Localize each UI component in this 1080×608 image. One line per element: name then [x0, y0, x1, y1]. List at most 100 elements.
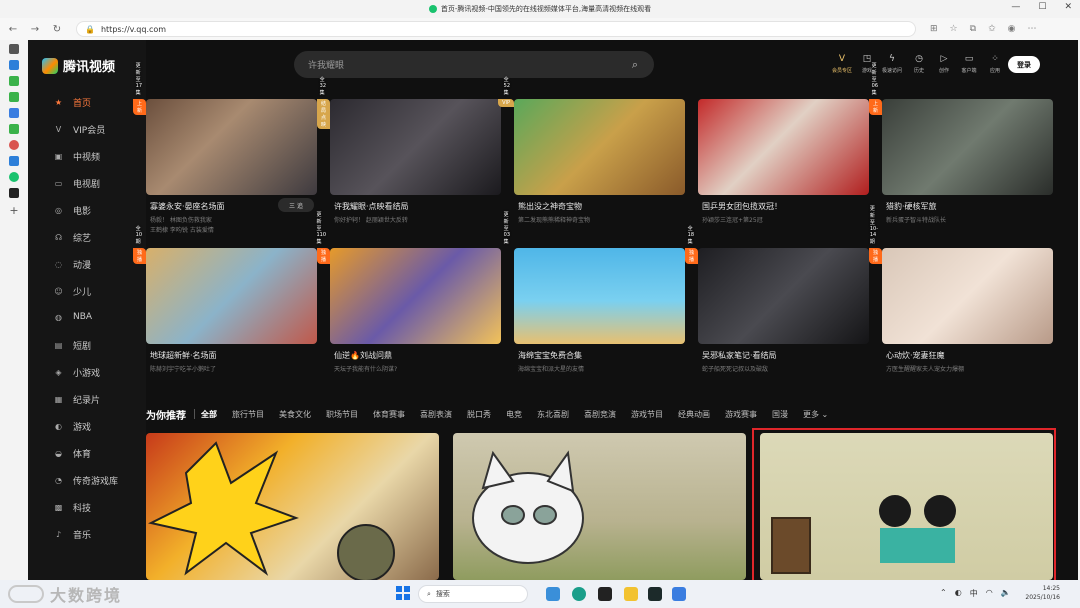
sidebar-item-documentary[interactable]: ▦ 纪录片 [54, 393, 100, 406]
tab-classic-anime[interactable]: 经典动画 [678, 409, 710, 420]
notepad-taskbar-icon[interactable] [672, 587, 686, 601]
tab-all[interactable]: 全部 [201, 409, 217, 420]
file-explorer-taskbar-icon[interactable] [624, 587, 638, 601]
sidebar-item-music[interactable]: ♪ 音乐 [54, 528, 91, 541]
sidebar-item-movie[interactable]: ◎ 电影 [54, 204, 91, 217]
dark-app-icon[interactable] [9, 188, 19, 198]
tab-comedy-contest[interactable]: 喜剧竞演 [584, 409, 616, 420]
sidebar-item-tv[interactable]: ▭ 电视剧 [54, 177, 100, 190]
video-thumbnail[interactable] [146, 99, 317, 195]
refresh-button[interactable]: ↻ [50, 24, 64, 35]
green-app-icon-2[interactable] [9, 92, 19, 102]
search-icon[interactable]: ⌕ [632, 58, 638, 72]
wifi-icon[interactable]: ◠ [986, 588, 993, 599]
input-method-icon[interactable]: 中 [970, 588, 978, 599]
sidebar-item-variety[interactable]: ☊ 综艺 [54, 231, 91, 244]
recommended-video-thumbnail[interactable] [146, 433, 439, 580]
avatar-app-icon[interactable] [9, 140, 19, 150]
tab-game-events[interactable]: 游戏赛事 [725, 409, 757, 420]
search-app-icon[interactable] [9, 156, 19, 166]
minimize-button[interactable]: — [1011, 2, 1020, 12]
forward-button[interactable]: → [28, 24, 42, 35]
bird-app-taskbar-icon[interactable] [546, 587, 560, 601]
tab-northeast-comedy[interactable]: 东北喜剧 [537, 409, 569, 420]
blue-app-icon[interactable] [9, 108, 19, 118]
bird-app-icon[interactable] [9, 60, 19, 70]
video-title[interactable]: 许我耀眼·点映看结局 [334, 201, 409, 212]
video-title[interactable]: 海绵宝宝免费合集 [518, 350, 582, 361]
profile-avatar-icon[interactable]: ◉ [1008, 24, 1016, 34]
video-thumbnail[interactable] [698, 248, 869, 344]
tray-overflow-icon[interactable]: ⌃ [940, 588, 947, 599]
video-title[interactable]: 吴邪私家笔记·看结局 [702, 350, 777, 361]
video-thumbnail[interactable] [330, 99, 501, 195]
sidebar-item-vip[interactable]: V VIP会员 [54, 123, 106, 136]
tab-esports[interactable]: 电竞 [506, 409, 522, 420]
sidebar-item-short-drama[interactable]: ▤ 短剧 [54, 339, 91, 352]
start-button[interactable] [396, 586, 410, 600]
video-thumbnail[interactable] [882, 99, 1053, 195]
video-title[interactable]: 熊出没之神奇宝物 [518, 201, 582, 212]
more-menu-icon[interactable]: ⋯ [1027, 24, 1036, 34]
tab-chinese-anime[interactable]: 国漫 [772, 409, 788, 420]
video-title[interactable]: 寡婆永安·晏座名场面 [150, 201, 225, 212]
tray-app-icon[interactable]: ◐ [955, 588, 962, 599]
maximize-button[interactable]: ☐ [1038, 2, 1046, 12]
fast-access-button[interactable]: ϟ 极速访问 [878, 54, 906, 74]
sidebar-item-mini-games[interactable]: ◈ 小游戏 [54, 366, 100, 379]
sidebar-item-nba[interactable]: ◍ NBA [54, 312, 92, 322]
tab-more[interactable]: 更多 ⌄ [803, 409, 828, 420]
vip-zone-button[interactable]: V 会员专区 [828, 54, 856, 74]
video-thumbnail[interactable] [514, 99, 685, 195]
edge-taskbar-icon[interactable] [572, 587, 586, 601]
tab-game-shows[interactable]: 游戏节目 [631, 409, 663, 420]
terminal-taskbar-icon[interactable] [648, 587, 662, 601]
video-thumbnail[interactable] [882, 248, 1053, 344]
taskbar-clock[interactable]: 14:25 2025/10/16 [1010, 584, 1060, 602]
sidebar-item-games[interactable]: ◐ 游戏 [54, 420, 91, 433]
extension-icon[interactable]: ⧉ [970, 24, 976, 34]
sidebar-item-mid-video[interactable]: ▣ 中视频 [54, 150, 100, 163]
create-button[interactable]: ▷ 创作 [930, 54, 958, 74]
video-title[interactable]: 仙逆🔥刘战问鼎 [334, 350, 392, 361]
green-app-icon[interactable] [9, 76, 19, 86]
history-button[interactable]: ◷ 历史 [905, 54, 933, 74]
sidebar-item-home[interactable]: ★ 首页 [54, 96, 91, 109]
apps-button[interactable]: ⁘ 应用 [981, 54, 1009, 74]
back-button[interactable]: ← [6, 24, 20, 35]
tab-list-icon[interactable] [9, 44, 19, 54]
recommended-video-thumbnail[interactable] [453, 433, 746, 580]
follow-button[interactable]: 三 追 [278, 198, 314, 212]
video-thumbnail[interactable] [330, 248, 501, 344]
video-title[interactable]: 心动炊·宠妻狂魔 [886, 350, 945, 361]
sidebar-item-legend-games[interactable]: ◔ 传奇游戏库 [54, 474, 118, 487]
video-title[interactable]: 猎豹·硬核军旅 [886, 201, 937, 212]
tencent-video-app-icon[interactable] [9, 172, 19, 182]
tab-talk-show[interactable]: 脱口秀 [467, 409, 491, 420]
recommended-video-thumbnail[interactable] [760, 433, 1053, 580]
tab-food[interactable]: 美食文化 [279, 409, 311, 420]
tab-workplace[interactable]: 职场节目 [326, 409, 358, 420]
favorites-icon[interactable]: ✩ [988, 24, 996, 34]
client-button[interactable]: ▭ 客户端 [955, 54, 983, 74]
address-bar[interactable]: 🔒 https://v.qq.com [76, 21, 916, 37]
tab-comedy-show[interactable]: 喜剧表演 [420, 409, 452, 420]
login-button[interactable]: 登录 [1008, 56, 1040, 73]
video-thumbnail[interactable] [514, 248, 685, 344]
sidebar-item-tech[interactable]: ▩ 科技 [54, 501, 91, 514]
search-input[interactable]: 许我耀眼 ⌕ [294, 51, 654, 78]
video-title[interactable]: 地球超新鲜·名场面 [150, 350, 217, 361]
video-thumbnail[interactable] [698, 99, 869, 195]
video-title[interactable]: 国乒男女团包揽双冠！ [702, 201, 782, 212]
sidebar-item-kids[interactable]: ☺ 少儿 [54, 285, 91, 298]
sidebar-item-sports[interactable]: ◒ 体育 [54, 447, 91, 460]
green-app-icon-3[interactable] [9, 124, 19, 134]
add-icon[interactable]: + [9, 204, 18, 217]
sidebar-item-anime[interactable]: ◌ 动漫 [54, 258, 91, 271]
translate-icon[interactable]: ⊞ [930, 24, 938, 34]
tab-sports-events[interactable]: 体育赛事 [373, 409, 405, 420]
bookmark-star-icon[interactable]: ☆ [950, 24, 958, 34]
video-thumbnail[interactable] [146, 248, 317, 344]
site-logo[interactable]: 腾讯视频 [42, 56, 115, 75]
close-button[interactable]: ✕ [1064, 2, 1072, 12]
